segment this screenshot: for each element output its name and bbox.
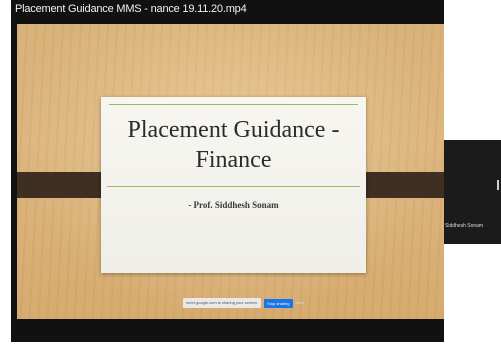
stop-sharing-button[interactable]: Stop sharing <box>264 298 293 308</box>
participant-edge-marker <box>497 180 499 190</box>
slide-title: Placement Guidance - Finance <box>127 117 340 173</box>
screen-share-bar: meet.google.com is sharing your screen. … <box>183 298 304 308</box>
video-title: Placement Guidance MMS - nance 19.11.20.… <box>15 3 247 15</box>
slide-top-rule <box>109 104 358 105</box>
app-window: Placement Guidance MMS - nance 19.11.20.… <box>0 0 501 351</box>
decor-band-right <box>358 172 444 198</box>
presentation-slide: Placement Guidance - Finance - Prof. Sid… <box>101 97 366 273</box>
participant-tile[interactable]: Siddhesh Sonam <box>444 140 501 244</box>
hide-button[interactable]: Hide <box>296 298 304 308</box>
share-message: meet.google.com is sharing your screen. <box>183 298 262 308</box>
participant-name: Siddhesh Sonam <box>445 223 484 229</box>
decor-band-left <box>17 172 109 198</box>
slide-author: - Prof. Siddhesh Sonam <box>188 200 279 210</box>
slide-bottom-rule <box>107 186 360 187</box>
